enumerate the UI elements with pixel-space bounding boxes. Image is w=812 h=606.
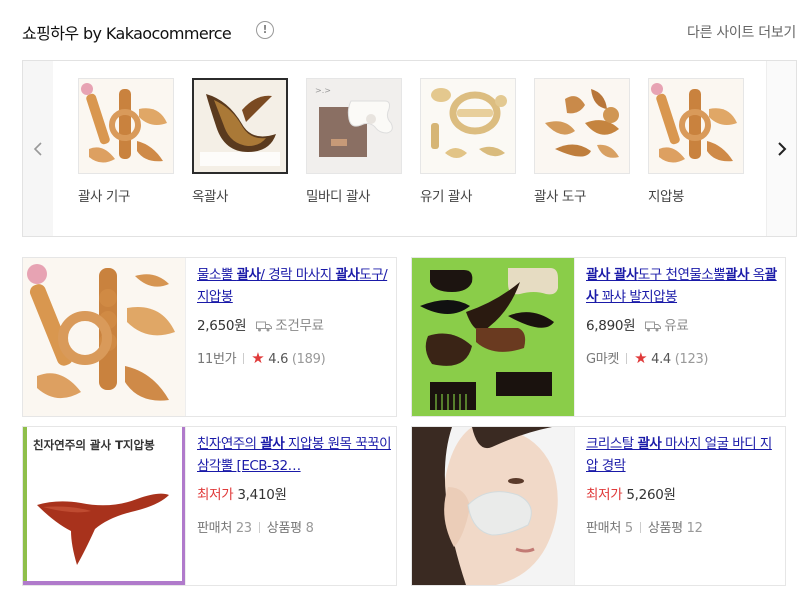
carousel-item-gwalsa-tools[interactable]: 괄사 기구 [78,78,174,205]
carousel-item-jade-gwalsa[interactable]: 옥괄사 [192,78,288,205]
carousel-item-acupressure-stick[interactable]: 지압봉 [648,78,744,205]
svg-text:>.>: >.> [315,86,331,95]
name-keyword: 괄사 [725,267,749,283]
carousel-item-brass-gwalsa[interactable]: 유기 괄사 [420,78,516,205]
review-count: (123) [674,352,709,367]
chevron-left-icon [33,141,42,156]
price: 2,650원 [197,318,247,334]
product-name-link[interactable]: 괄사 괄사도구 천연물소뿔괄사 옥괄사 꽈샤 발지압봉 [586,264,781,308]
reviews-label: 상품평 [266,521,302,536]
lowest-price-label: 최저가 [197,487,234,503]
meta-row: G마켓 ★ 4.4 (123) [586,348,781,367]
star-icon: ★ [634,349,648,367]
shipping-info: 유료 [645,318,689,334]
product-name-link[interactable]: 물소뿔 괄사/ 경락 마사지 괄사도구/ 지압봉 [197,264,392,308]
name-text: 옥 [748,267,765,283]
sellers-count: 23 [235,521,252,536]
price-row: 최저가 5,260원 [586,483,781,503]
name-text: 도구 천연물소뿔 [637,267,726,283]
carousel-next-button[interactable] [766,61,796,236]
carousel-item-label: 괄사 도구 [534,189,586,205]
carousel-item-label: 유기 괄사 [420,189,472,205]
chevron-right-icon [777,141,786,156]
divider [626,353,628,364]
name-text: 친자연주의 [197,436,261,452]
name-text: / 경락 마사지 [260,267,336,283]
carousel-thumb[interactable]: >.> [306,78,402,174]
carousel-thumb[interactable] [78,78,174,174]
reviews-count: 8 [305,521,314,536]
rating-value: 4.6 [268,352,289,367]
product-card[interactable]: 크리스탈 괄사 마사지 얼굴 바디 지압 경락 최저가 5,260원 판매처 5상… [411,426,786,586]
rating-value: 4.4 [651,352,671,367]
category-carousel: 괄사 기구 옥괄사 >.> 밀바디 괄사 유기 괄사 괄사 도구 지압봉 [22,60,797,237]
name-text: 물소뿔 [197,267,237,283]
seller-name: 11번가 [197,352,237,367]
sellers-label: 판매처 [586,521,621,536]
product-image[interactable] [23,258,186,416]
meta-row: 판매처 23 상품평 8 [197,517,392,536]
carousel-thumb[interactable] [420,78,516,174]
product-card[interactable]: 물소뿔 괄사/ 경락 마사지 괄사도구/ 지압봉 2,650원 조건무료 11번… [22,257,397,417]
sellers-label: 판매처 [197,521,232,536]
product-info: 물소뿔 괄사/ 경락 마사지 괄사도구/ 지압봉 2,650원 조건무료 11번… [197,264,392,367]
carousel-prev-button[interactable] [23,61,53,236]
carousel-thumb[interactable] [648,78,744,174]
name-keyword: 괄사 [236,267,261,283]
carousel-item-label: 옥괄사 [192,189,229,205]
product-info: 크리스탈 괄사 마사지 얼굴 바디 지압 경락 최저가 5,260원 판매처 5상… [586,433,781,536]
product-name-link[interactable]: 크리스탈 괄사 마사지 얼굴 바디 지압 경락 [586,433,781,477]
product-name-link[interactable]: 친자연주의 괄사 지압봉 원목 꾹꾹이 삼각뿔 [ECB-32… [197,433,392,477]
name-keyword: 괄사 괄사 [586,267,638,283]
seller-name: G마켓 [586,352,620,367]
carousel-thumb[interactable] [534,78,630,174]
meta-row: 판매처 5 상품평 12 [586,517,781,536]
price-row: 최저가 3,410원 [197,483,392,503]
name-keyword: 괄사 [335,267,360,283]
truck-icon [645,321,662,332]
sellers-count: 5 [624,521,633,536]
product-image[interactable]: 친자연주의 괄사 T지압봉 [23,427,186,585]
shipping-text: 유료 [664,318,689,334]
review-count: (189) [291,352,326,367]
section-title: 쇼핑하우 by Kakaocommerce [22,24,232,43]
name-text: 꽈샤 발지압봉 [597,289,678,305]
image-caption: 친자연주의 괄사 T지압봉 [33,438,155,452]
more-sites-link[interactable]: 다른 사이트 더보기 [687,22,796,42]
divider [258,522,260,533]
section-header: 쇼핑하우 by Kakaocommerce ! 다른 사이트 더보기 [22,20,796,44]
product-info: 괄사 괄사도구 천연물소뿔괄사 옥괄사 꽈샤 발지압봉 6,890원 유료 G마… [586,264,781,367]
price-row: 2,650원 조건무료 [197,314,392,334]
reviews-count: 12 [686,521,703,536]
meta-row: 11번가 ★ 4.6 (189) [197,348,392,367]
divider [243,353,245,364]
price: 6,890원 [586,318,636,334]
lowest-price-label: 최저가 [586,487,623,503]
price: 3,410원 [237,487,287,503]
carousel-item-label: 밀바디 괄사 [306,189,370,205]
name-text: 크리스탈 [586,436,638,452]
star-icon: ★ [251,349,265,367]
carousel-item-milbody-gwalsa[interactable]: >.> 밀바디 괄사 [306,78,402,205]
product-image[interactable] [412,427,575,585]
name-keyword: 괄사 [637,436,662,452]
name-keyword: 괄사 [260,436,285,452]
product-card[interactable]: 괄사 괄사도구 천연물소뿔괄사 옥괄사 꽈샤 발지압봉 6,890원 유료 G마… [411,257,786,417]
carousel-item-gwalsa-dogu[interactable]: 괄사 도구 [534,78,630,205]
product-info: 친자연주의 괄사 지압봉 원목 꾹꾹이 삼각뿔 [ECB-32… 최저가 3,41… [197,433,392,536]
carousel-item-label: 지압봉 [648,189,685,205]
carousel-thumb[interactable] [192,78,288,174]
truck-icon [256,321,273,332]
price: 5,260원 [626,487,676,503]
price-row: 6,890원 유료 [586,314,781,334]
shipping-text: 조건무료 [275,318,324,334]
reviews-label: 상품평 [647,521,683,536]
product-image[interactable] [412,258,575,416]
carousel-item-label: 괄사 기구 [78,189,130,205]
shipping-info: 조건무료 [256,318,324,334]
divider [639,522,641,533]
product-card[interactable]: 친자연주의 괄사 T지압봉 친자연주의 괄사 지압봉 원목 꾹꾹이 삼각뿔 [E… [22,426,397,586]
info-icon[interactable]: ! [256,21,274,39]
